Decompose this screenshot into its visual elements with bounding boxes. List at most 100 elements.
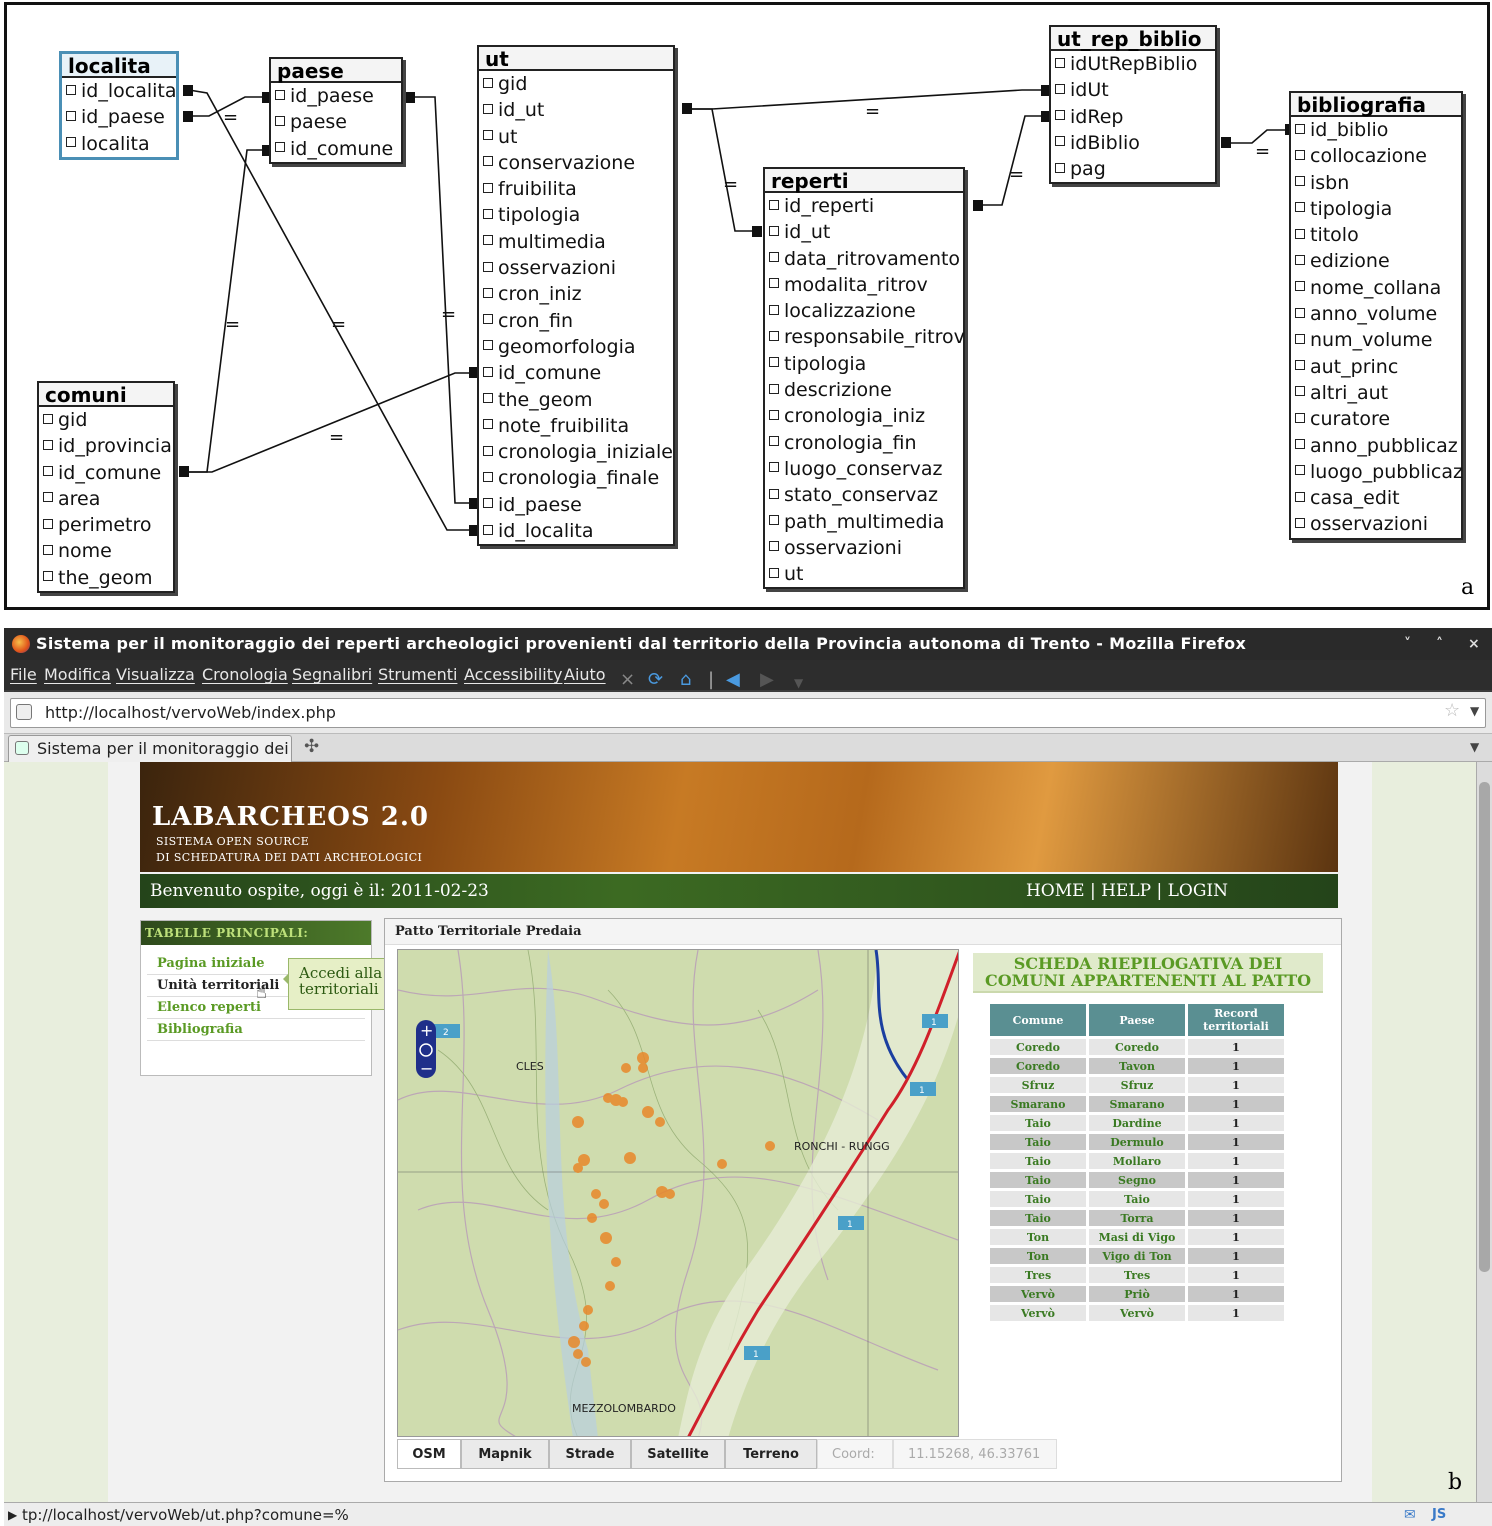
vertical-scrollbar[interactable] xyxy=(1476,762,1492,1502)
tab-list-icon[interactable]: ▼ xyxy=(1470,740,1479,754)
map-tab-osm[interactable]: OSM xyxy=(397,1439,461,1469)
er-field: data_ritrovamento xyxy=(765,246,963,272)
home-icon[interactable]: ⌂ xyxy=(680,665,691,695)
maximize-button[interactable]: ˄ xyxy=(1436,628,1443,660)
er-field-name: the_geom xyxy=(498,388,593,411)
menu-segnalibri[interactable]: Segnalibri xyxy=(292,660,372,690)
js-indicator[interactable]: JS xyxy=(1432,1503,1446,1526)
er-table-localita[interactable]: localita id_localita id_paese localita xyxy=(59,51,179,160)
welcome-text: Benvenuto ospite, oggi è il: 2011-02-23 xyxy=(150,881,489,901)
eq-symbol: = xyxy=(223,107,238,128)
field-checkbox-icon xyxy=(1295,281,1305,292)
field-checkbox-icon xyxy=(769,278,779,289)
field-checkbox-icon xyxy=(275,142,285,153)
sidebar-item-bibliografia[interactable]: Bibliografia xyxy=(147,1019,365,1041)
map-tab-strade[interactable]: Strade xyxy=(549,1439,631,1469)
table-row: Ton Vigo di Ton 1 xyxy=(990,1248,1284,1264)
back-icon[interactable]: ◀ xyxy=(726,665,740,695)
reload-icon[interactable]: ⟳ xyxy=(648,665,663,695)
er-field-name: paese xyxy=(290,111,347,134)
menu-modifica[interactable]: Modifica xyxy=(44,660,111,690)
er-field-name: conservazione xyxy=(498,151,636,174)
field-checkbox-icon xyxy=(66,137,76,148)
er-table-ut_rep_biblio[interactable]: ut_rep_biblio idUtRepBiblio idUt idRep idBib… xyxy=(1049,25,1217,185)
field-checkbox-icon xyxy=(1295,439,1305,450)
url-dropdown-icon[interactable]: ▼ xyxy=(1470,704,1479,718)
cell-comune: Taio xyxy=(990,1115,1086,1131)
menu-strumenti[interactable]: Strumenti xyxy=(378,660,457,690)
cell-paese: Vigo di Ton xyxy=(1089,1248,1185,1264)
menu-cronologia[interactable]: Cronologia xyxy=(202,660,288,690)
er-field-name: idBiblio xyxy=(1070,131,1140,154)
er-field: id_reperti xyxy=(765,193,963,219)
field-checkbox-icon xyxy=(769,330,779,341)
er-diagram-panel: = = = = = = = = = a localita id_localita i… xyxy=(4,2,1490,610)
er-field-name: id_ut xyxy=(784,221,831,244)
er-table-bibliografia[interactable]: bibliografia id_biblio collocazione isbn tip… xyxy=(1289,91,1463,540)
field-checkbox-icon xyxy=(483,393,493,404)
site-identity-icon[interactable] xyxy=(16,704,32,720)
logo-sub-line-1: SISTEMA OPEN SOURCE xyxy=(156,835,310,848)
er-table-paese[interactable]: paese id_paese paese id_comune xyxy=(269,57,403,164)
map-label-cles: CLES xyxy=(516,1060,544,1073)
field-checkbox-icon xyxy=(769,199,779,210)
menu-aiuto[interactable]: Aiuto xyxy=(564,660,606,690)
er-field-name: id_localita xyxy=(498,520,594,543)
forward-icon[interactable]: ▶ xyxy=(760,665,774,695)
er-field: cronologia_iniziale xyxy=(479,439,673,465)
navigation-bar: http://localhost/vervoWeb/index.php ☆ ▼ xyxy=(4,692,1492,734)
new-tab-button[interactable]: ✣ xyxy=(304,736,319,757)
panel-label-b: b xyxy=(1448,1470,1463,1495)
map-canvas[interactable]: CLES RONCHI - RUNGG MEZZOLOMBARDO 1 1 1 … xyxy=(398,950,959,1437)
field-checkbox-icon xyxy=(1055,162,1065,173)
field-checkbox-icon xyxy=(769,252,779,263)
cell-paese: Smarano xyxy=(1089,1096,1185,1112)
url-input[interactable]: http://localhost/vervoWeb/index.php xyxy=(10,698,1486,728)
scrollbar-thumb[interactable] xyxy=(1479,782,1490,1272)
col-header-paese: Paese xyxy=(1089,1004,1185,1036)
field-checkbox-icon xyxy=(483,524,493,535)
er-field-name: titolo xyxy=(1310,224,1359,247)
er-field-name: id_paese xyxy=(498,493,582,516)
minimize-button[interactable]: ˅ xyxy=(1404,628,1411,660)
status-url: tp://localhost/vervoWeb/ut.php?comune=% xyxy=(22,1506,349,1524)
coord-value: 11.15268, 46.33761 xyxy=(893,1439,1057,1469)
er-field: nome_collana xyxy=(1291,275,1461,301)
menu-accessibility[interactable]: Accessibility xyxy=(464,660,562,690)
menu-visualizza[interactable]: Visualizza xyxy=(116,660,195,690)
er-field-name: note_fruibilita xyxy=(498,414,630,437)
cell-comune: Tres xyxy=(990,1267,1086,1283)
cell-comune: Ton xyxy=(990,1229,1086,1245)
mail-icon[interactable]: ✉ xyxy=(1404,1503,1416,1526)
er-field: stato_conservaz xyxy=(765,482,963,508)
menu-file[interactable]: File xyxy=(10,660,37,690)
tab-favicon-icon xyxy=(15,741,29,755)
field-checkbox-icon xyxy=(769,357,779,368)
window-title: Sistema per il monitoraggio dei reperti … xyxy=(36,634,1247,653)
cell-comune: Vervò xyxy=(990,1305,1086,1321)
road-badge: 1 xyxy=(919,1086,925,1096)
top-nav-links[interactable]: HOME | HELP | LOGIN xyxy=(1026,874,1228,908)
table-row: Taio Mollaro 1 xyxy=(990,1153,1284,1169)
er-table-comuni[interactable]: comuni gid id_provincia id_comune area perime… xyxy=(37,381,175,594)
er-table-reperti[interactable]: reperti id_reperti id_ut data_ritrovamento m… xyxy=(763,167,965,590)
map-view[interactable]: CLES RONCHI - RUNGG MEZZOLOMBARDO 1 1 1 … xyxy=(397,949,959,1437)
er-table-ut[interactable]: ut gid id_ut ut conservazione fruibilita tipol… xyxy=(477,45,675,547)
stop-icon[interactable]: × xyxy=(620,665,635,695)
cell-paese: Coredo xyxy=(1089,1039,1185,1055)
er-field-name: cron_fin xyxy=(498,309,574,332)
field-checkbox-icon xyxy=(769,462,779,473)
bookmark-star-icon[interactable]: ☆ xyxy=(1444,700,1460,721)
tab-active[interactable]: Sistema per il monitoraggio dei ... xyxy=(8,735,292,762)
er-field-name: gid xyxy=(498,73,528,95)
close-window-button[interactable]: × xyxy=(1468,628,1480,660)
er-table-title: bibliografia xyxy=(1291,93,1461,117)
field-checkbox-icon xyxy=(1295,465,1305,476)
table-row: Taio Segno 1 xyxy=(990,1172,1284,1188)
map-tab-satellite[interactable]: Satellite xyxy=(631,1439,725,1469)
map-tab-terreno[interactable]: Terreno xyxy=(725,1439,817,1469)
cell-record: 1 xyxy=(1188,1153,1284,1169)
map-tab-mapnik[interactable]: Mapnik xyxy=(461,1439,549,1469)
er-table-title: ut_rep_biblio xyxy=(1051,27,1215,51)
er-field-name: cronologia_fin xyxy=(784,431,917,454)
